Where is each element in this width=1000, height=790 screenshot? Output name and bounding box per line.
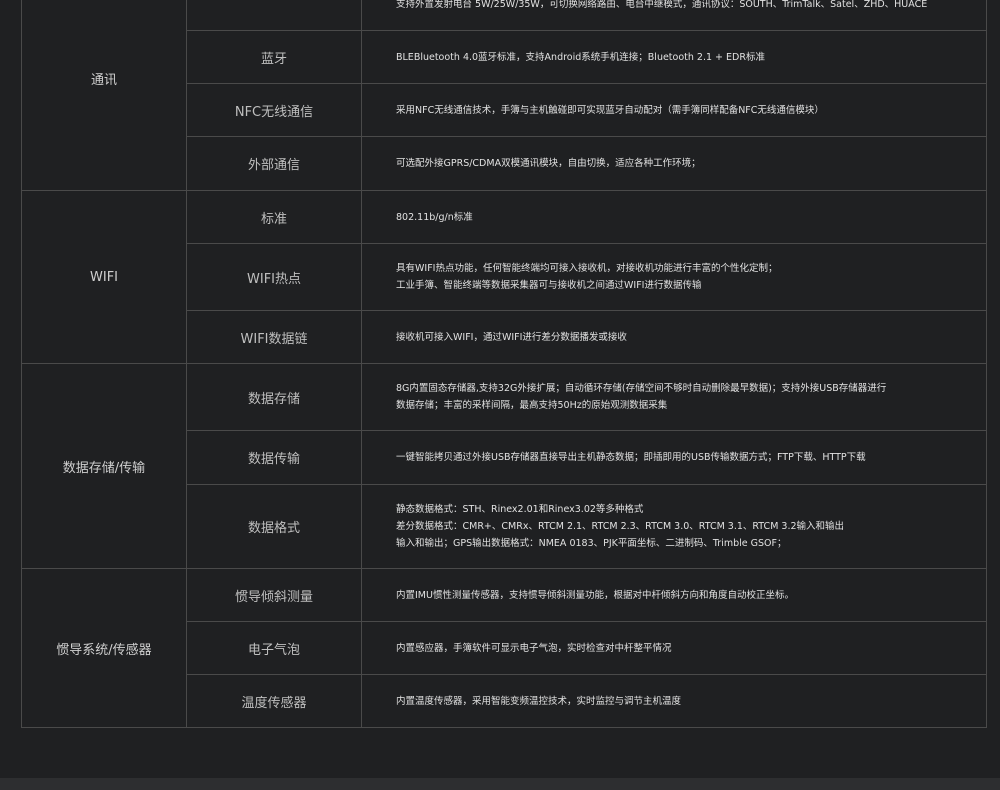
description-line: 输入和输出；GPS输出数据格式：NMEA 0183、PJK平面坐标、二进制码、T…: [396, 538, 787, 549]
feature-description: 采用NFC无线通信技术，手簿与主机触碰即可实现蓝牙自动配对（需手簿同样配备NFC…: [361, 83, 987, 137]
section-wifi-category: WIFI: [21, 190, 187, 364]
spec-table: 通讯 支持外置发射电台 5W/25W/35W，可切换网络路由、电台中继模式，通讯协…: [21, 0, 987, 728]
table-row: 数据存储/传输 数据存储 8G内置固态存储器,支持32G外接扩展；自动循环存储(存储…: [21, 363, 987, 569]
section-inertial-sensor-category: 惯导系统/传感器: [21, 568, 187, 728]
category-label: 通讯: [90, 73, 117, 88]
feature-label: 标准: [186, 190, 362, 244]
feature-label: 电子气泡: [186, 621, 362, 675]
footer-bar: [0, 778, 1000, 790]
description-line: 内置IMU惯性测量传感器，支持惯导倾斜测量功能，根据对中杆倾斜方向和角度自动校正…: [396, 589, 794, 601]
feature-label: 惯导倾斜测量: [186, 568, 362, 622]
feature-label: 数据格式: [186, 484, 362, 569]
description-line: 支持外置发射电台 5W/25W/35W，可切换网络路由、电台中继模式，通讯协议：…: [396, 0, 928, 10]
feature-label: 温度传感器: [186, 674, 362, 728]
table-row: 通讯 支持外置发射电台 5W/25W/35W，可切换网络路由、电台中继模式，通讯协…: [21, 0, 987, 191]
feature-description: 802.11b/g/n标准: [361, 190, 987, 244]
description-line: 数据存储；丰富的采样间隔，最高支持50Hz的原始观测数据采集: [396, 400, 668, 411]
feature-label: NFC无线通信: [186, 83, 362, 137]
category-label: 数据存储/传输: [62, 460, 146, 476]
category-label: WIFI: [90, 269, 118, 285]
feature-description: 内置IMU惯性测量传感器，支持惯导倾斜测量功能，根据对中杆倾斜方向和角度自动校正…: [361, 568, 987, 622]
feature-description: BLEBluetooth 4.0蓝牙标准，支持Android系统手机连接；Blu…: [361, 30, 987, 84]
feature-description: 内置感应器，手簿软件可显示电子气泡，实时检查对中杆整平情况: [361, 621, 987, 675]
spec-table-body: 通讯 支持外置发射电台 5W/25W/35W，可切换网络路由、电台中继模式，通讯协…: [21, 0, 987, 728]
feature-description: 可选配外接GPRS/CDMA双模通讯模块，自由切换，适应各种工作环境；: [361, 136, 987, 191]
description-line: BLEBluetooth 4.0蓝牙标准，支持Android系统手机连接；Blu…: [396, 51, 765, 63]
feature-label: 数据存储: [186, 363, 362, 431]
feature-description: 内置温度传感器，采用智能变频温控技术，实时监控与调节主机温度: [361, 674, 987, 728]
feature-label: 蓝牙: [186, 30, 362, 84]
feature-description: 支持外置发射电台 5W/25W/35W，可切换网络路由、电台中继模式，通讯协议：…: [361, 0, 987, 31]
description-line: 静态数据格式：STH、Rinex2.01和Rinex3.02等多种格式: [396, 504, 644, 515]
category-label: 惯导系统/传感器: [56, 642, 152, 658]
description-line: 工业手簿、智能终端等数据采集器可与接收机之间通过WIFI进行数据传输: [396, 280, 702, 291]
feature-label: 数据传输: [186, 430, 362, 485]
feature-label: WIFI热点: [186, 243, 362, 311]
description-line: 内置温度传感器，采用智能变频温控技术，实时监控与调节主机温度: [396, 695, 682, 707]
description-line: 8G内置固态存储器,支持32G外接扩展；自动循环存储(存储空间不够时自动删除最早…: [396, 383, 887, 394]
section-data-storage-category: 数据存储/传输: [21, 363, 187, 569]
feature-label: WIFI数据链: [186, 310, 362, 364]
feature-description: 8G内置固态存储器,支持32G外接扩展；自动循环存储(存储空间不够时自动删除最早…: [361, 363, 987, 431]
description-line: 接收机可接入WIFI，通过WIFI进行差分数据播发或接收: [396, 331, 627, 343]
feature-description: 一键智能拷贝通过外接USB存储器直接导出主机静态数据；即插即用的USB传输数据方…: [361, 430, 987, 485]
description-line: 一键智能拷贝通过外接USB存储器直接导出主机静态数据；即插即用的USB传输数据方…: [396, 452, 866, 463]
description-line: 内置感应器，手簿软件可显示电子气泡，实时检查对中杆整平情况: [396, 642, 672, 654]
description-line: 具有WIFI热点功能，任何智能终端均可接入接收机，对接收机功能进行丰富的个性化定…: [396, 263, 778, 274]
table-row: WIFI 标准 802.11b/g/n标准: [21, 190, 987, 364]
description-line: 802.11b/g/n标准: [396, 211, 473, 223]
feature-label: 外部通信: [186, 136, 362, 191]
feature-label: [186, 0, 362, 31]
description-line: 采用NFC无线通信技术，手簿与主机触碰即可实现蓝牙自动配对（需手簿同样配备NFC…: [396, 104, 824, 116]
table-row: 惯导系统/传感器 惯导倾斜测量 内置IMU惯性测量传感器，支持惯导倾斜测量功能，根据…: [21, 568, 987, 728]
feature-description: 静态数据格式：STH、Rinex2.01和Rinex3.02等多种格式差分数据格…: [361, 484, 987, 569]
feature-description: 具有WIFI热点功能，任何智能终端均可接入接收机，对接收机功能进行丰富的个性化定…: [361, 243, 987, 311]
description-line: 可选配外接GPRS/CDMA双模通讯模块，自由切换，适应各种工作环境；: [396, 158, 701, 169]
feature-description: 接收机可接入WIFI，通过WIFI进行差分数据播发或接收: [361, 310, 987, 364]
spec-page: 通讯 支持外置发射电台 5W/25W/35W，可切换网络路由、电台中继模式，通讯协…: [0, 0, 1000, 790]
section-communication-category: 通讯: [21, 0, 187, 191]
description-line: 差分数据格式：CMR+、CMRx、RTCM 2.1、RTCM 2.3、RTCM …: [396, 521, 845, 532]
